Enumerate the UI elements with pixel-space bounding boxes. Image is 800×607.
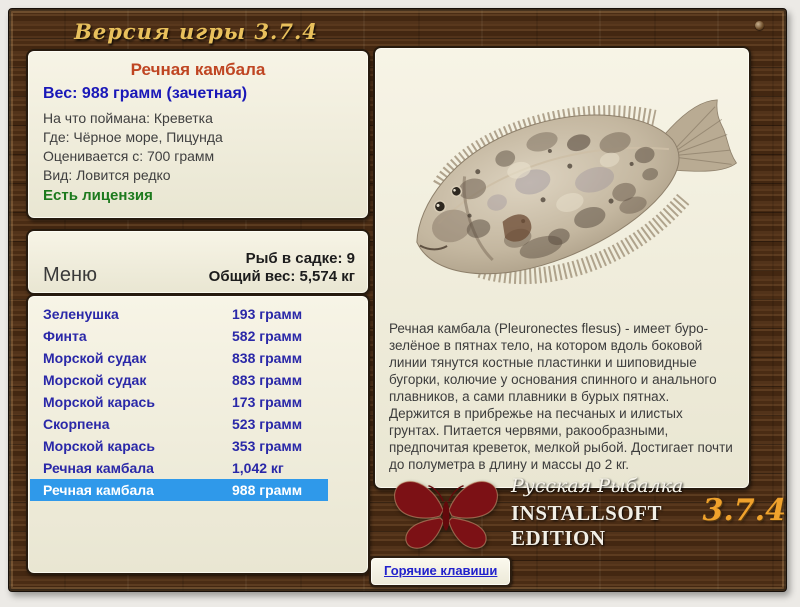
fish-detail-line: Оценивается с: 700 грамм bbox=[43, 148, 215, 164]
fish-name: Морской судак bbox=[43, 372, 147, 388]
brand-text: Русская Рыбалка INSTALLSOFT EDITION 3.7.… bbox=[511, 475, 786, 551]
total-weight-line: Общий вес: 5,574 кг bbox=[208, 268, 355, 285]
fish-name: Скорпена bbox=[43, 416, 110, 432]
fish-detail-line: Вид: Ловится редко bbox=[43, 167, 171, 183]
fish-weight: 582 грамм bbox=[232, 328, 303, 344]
fish-description-text: Речная камбала (Pleuronectes flesus) - и… bbox=[389, 321, 733, 472]
menu-panel: Меню Рыб в садке: 9 Общий вес: 5,574 кг bbox=[26, 229, 370, 295]
fish-weight: 838 грамм bbox=[232, 350, 303, 366]
fish-weight-line: Вес: 988 грамм (зачетная) bbox=[43, 85, 248, 102]
fish-count-line: Рыб в садке: 9 bbox=[245, 250, 355, 267]
hotkeys-button[interactable]: Горячие клавиши bbox=[369, 556, 513, 587]
cage-stats: Рыб в садке: 9 Общий вес: 5,574 кг bbox=[209, 250, 355, 286]
license-link[interactable]: Есть лицензия bbox=[43, 187, 153, 204]
fish-weight: 523 грамм bbox=[232, 416, 303, 432]
fish-name: Морской карась bbox=[43, 438, 155, 454]
catch-list-panel: Зеленушка 193 грамм Финта 582 грамм Морской … bbox=[26, 294, 370, 575]
fish-title: Речная камбала bbox=[130, 60, 266, 79]
list-item[interactable]: Речная камбала 1,042 кг bbox=[30, 457, 328, 479]
fish-name: Зеленушка bbox=[43, 306, 119, 322]
menu-button[interactable]: Меню bbox=[43, 264, 97, 287]
fish-description-panel: Речная камбала (Pleuronectes flesus) - и… bbox=[373, 46, 751, 490]
list-item[interactable]: Скорпена 523 грамм bbox=[30, 413, 328, 435]
list-item[interactable]: Морской судак 883 грамм bbox=[30, 369, 328, 391]
fish-weight: 1,042 кг bbox=[232, 460, 284, 476]
fish-detail-line: На что поймана: Креветка bbox=[43, 110, 213, 126]
fish-weight: 353 грамм bbox=[232, 438, 303, 454]
fish-weight: 193 грамм bbox=[232, 306, 303, 322]
list-item[interactable]: Морской карась 353 грамм bbox=[30, 435, 328, 457]
fish-weight: 173 грамм bbox=[232, 394, 303, 410]
list-item[interactable]: Речная камбала 988 грамм bbox=[30, 479, 328, 501]
fish-detail-line: Где: Чёрное море, Пицунда bbox=[43, 129, 223, 145]
game-version-label: Версия игры 3.7.4 bbox=[74, 19, 318, 44]
fish-details: На что поймана: Креветка Где: Чёрное море… bbox=[43, 109, 368, 185]
fish-name: Речная камбала bbox=[43, 460, 154, 476]
butterfly-logo-icon bbox=[387, 475, 505, 551]
fish-weight: 988 грамм bbox=[232, 482, 303, 498]
fish-name: Морской карась bbox=[43, 394, 155, 410]
branding: Русская Рыбалка INSTALLSOFT EDITION 3.7.… bbox=[387, 475, 786, 551]
fish-name: Речная камбала bbox=[43, 482, 154, 498]
fish-info-panel: Речная камбала Вес: 988 грамм (зачетная)… bbox=[26, 49, 370, 220]
fish-weight: 883 грамм bbox=[232, 372, 303, 388]
edition-version: 3.7.4 bbox=[702, 493, 786, 528]
hotkeys-button-label: Горячие клавиши bbox=[384, 563, 498, 578]
list-item[interactable]: Морской карась 173 грамм bbox=[30, 391, 328, 413]
list-item[interactable]: Зеленушка 193 грамм bbox=[30, 303, 328, 325]
screw-icon bbox=[755, 21, 764, 30]
list-item[interactable]: Морской судак 838 грамм bbox=[30, 347, 328, 369]
catch-list: Зеленушка 193 грамм Финта 582 грамм Морской … bbox=[30, 303, 328, 501]
fish-image bbox=[375, 54, 749, 318]
flounder-illustration bbox=[416, 99, 737, 284]
game-window: Версия игры 3.7.4 Речная камбала Вес: 98… bbox=[8, 8, 787, 592]
fish-name: Морской судак bbox=[43, 350, 147, 366]
edition-label: INSTALLSOFT EDITION bbox=[511, 501, 662, 550]
fish-name: Финта bbox=[43, 328, 87, 344]
list-item[interactable]: Финта 582 грамм bbox=[30, 325, 328, 347]
